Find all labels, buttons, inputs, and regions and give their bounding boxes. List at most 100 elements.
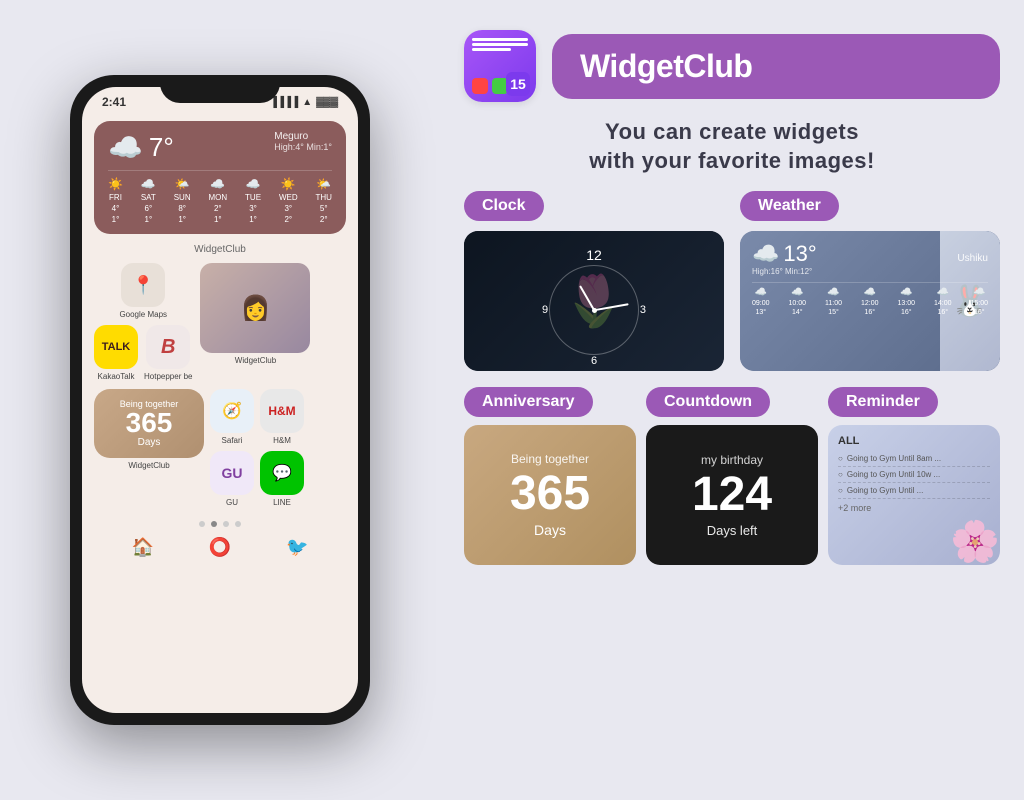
logo-dot-red [472, 78, 488, 94]
hotpepper-label: Hotpepper be [144, 372, 192, 381]
phone-photo-widget: 👩 [200, 263, 310, 353]
maps-icon: 📍 [121, 263, 165, 307]
rem-flowers-icon: 🌸 [950, 518, 1000, 565]
phone-weather-range: High:4° Min:1° [274, 142, 332, 152]
clock-minute-hand [594, 303, 629, 311]
tagline-line2: with your favorite images! [464, 147, 1000, 176]
phone-photo-row: 📍 Google Maps TALK KakaoTalk B Hotpepper… [94, 263, 346, 381]
anniversary-preview: Being together 365 Days [464, 425, 636, 565]
widget-types-grid: Clock 🌷 12 9 3 6 [464, 191, 1000, 371]
gu-label: GU [226, 498, 238, 507]
cd-unit: Days left [707, 523, 758, 538]
reminder-col: Reminder ALL ○ Going to Gym Until 8am ..… [828, 387, 1000, 565]
dot-1 [199, 521, 205, 527]
countdown-label: Countdown [646, 387, 770, 417]
phone-notch [160, 75, 280, 103]
wp-temp: 13° [783, 241, 816, 267]
bt-widgetclub-label: WidgetClub [128, 461, 169, 470]
cd-number: 124 [692, 471, 772, 519]
wifi-icon: ▲ [302, 97, 312, 108]
logo-line-2 [472, 43, 528, 46]
app-hm: H&M H&M [260, 389, 304, 445]
clock-label: Clock [464, 191, 544, 221]
weather-col: Weather 🐰 ☁️ 13° High:16° Min:12° [740, 191, 1000, 371]
ann-sublabel: Being together [511, 452, 589, 466]
phone-mockup-panel: 2:41 ▐▐▐▐ ▲ ▓▓▓ ☁️ 7° Megur [0, 0, 440, 800]
cd-sublabel: my birthday [701, 453, 763, 467]
logo-line-1 [472, 38, 528, 41]
kakao-label: KakaoTalk [98, 372, 135, 381]
battery-icon: ▓▓▓ [316, 97, 338, 108]
app-hotpepper: B Hotpepper be [144, 325, 192, 381]
dot-4 [235, 521, 241, 527]
kakao-icon: TALK [94, 325, 138, 369]
clock-face: 12 9 3 6 [549, 247, 639, 355]
phone-weather-location: Meguro [274, 131, 332, 142]
brand-pill: WidgetClub [552, 34, 1000, 99]
logo-line-3 [472, 48, 511, 51]
phone-weather-widget: ☁️ 7° Meguro High:4° Min:1° ☀️FRI4°1° ☁️… [94, 121, 346, 234]
clock-9: 9 [542, 304, 548, 316]
rem-more: +2 more [838, 503, 990, 513]
signal-icon: ▐▐▐▐ [270, 97, 298, 108]
weather-preview-content: ☁️ 13° High:16° Min:12° Ushiku ☁️09:0013… [752, 241, 988, 316]
logo-badge-15: 15 [506, 72, 530, 96]
wp-range: High:16° Min:12° [752, 267, 817, 276]
hm-icon: H&M [260, 389, 304, 433]
wp-forecast: ☁️09:0013° ☁️10:0014° ☁️11:0015° ☁️12:00… [752, 282, 988, 316]
clock-col: Clock 🌷 12 9 3 6 [464, 191, 724, 371]
safari-label: Safari [222, 436, 243, 445]
app-kakao: TALK KakaoTalk [94, 325, 138, 381]
hm-label: H&M [273, 436, 291, 445]
anniversary-label: Anniversary [464, 387, 593, 417]
tagline-line1: You can create widgets [464, 118, 1000, 147]
bottom-widgets-row: Anniversary Being together 365 Days Coun… [464, 387, 1000, 565]
app-line: 💬 LINE [260, 451, 304, 507]
rem-item-3: ○ Going to Gym Until ... [838, 483, 990, 499]
clock-circle: 9 3 [549, 265, 639, 355]
bottom-bird-icon: 🐦 [286, 537, 308, 558]
logo-apps-row: 15 [472, 78, 528, 94]
logo-lines [472, 38, 528, 53]
safari-icon: 🧭 [210, 389, 254, 433]
right-panel: 15 WidgetClub You can create widgets wit… [440, 0, 1024, 800]
hotpepper-icon: B [146, 325, 190, 369]
header-row: 15 WidgetClub [464, 30, 1000, 102]
bottom-home-icon: 🏠 [131, 537, 153, 558]
dot-3 [223, 521, 229, 527]
clock-3: 3 [640, 304, 646, 316]
ann-number: 365 [510, 470, 590, 518]
rem-title: ALL [838, 435, 990, 447]
line-label: LINE [273, 498, 291, 507]
gu-icon: GU [210, 451, 254, 495]
bottom-circle-icon: ⭕ [209, 537, 231, 558]
clock-preview: 🌷 12 9 3 6 [464, 231, 724, 371]
weather-preview: 🐰 ☁️ 13° High:16° Min:12° Ushiku [740, 231, 1000, 371]
page-dots [94, 515, 346, 533]
status-icons: ▐▐▐▐ ▲ ▓▓▓ [270, 97, 338, 108]
app-safari: 🧭 Safari [210, 389, 254, 445]
maps-label: Google Maps [119, 310, 167, 319]
line-icon: 💬 [260, 451, 304, 495]
app-maps: 📍 Google Maps [94, 263, 192, 319]
rem-item-1: ○ Going to Gym Until 8am ... [838, 451, 990, 467]
photo-placeholder: 👩 [200, 263, 310, 353]
ann-unit: Days [534, 522, 566, 538]
phone-weather-forecast: ☀️FRI4°1° ☁️SAT6°1° 🌤️SUN8°1° ☁️MON2°1° … [108, 170, 332, 224]
reminder-preview: ALL ○ Going to Gym Until 8am ... ○ Going… [828, 425, 1000, 565]
phone-time: 2:41 [102, 95, 126, 109]
rem-item-2: ○ Going to Gym Until 10w ... [838, 467, 990, 483]
anniversary-col: Anniversary Being together 365 Days [464, 387, 636, 565]
screen-content: ☁️ 7° Meguro High:4° Min:1° ☀️FRI4°1° ☁️… [82, 113, 358, 570]
countdown-col: Countdown my birthday 124 Days left [646, 387, 818, 565]
clock-hour-hand [579, 285, 595, 310]
phone-widgetclub-label: WidgetClub [94, 244, 346, 255]
dot-2 [211, 521, 217, 527]
tagline: You can create widgets with your favorit… [464, 118, 1000, 175]
logo-inner: 15 [464, 30, 536, 102]
phone-weather-temp: 7° [149, 132, 174, 163]
bt-days: Days [104, 437, 194, 448]
app-gu: GU GU [210, 451, 254, 507]
brand-name: WidgetClub [580, 48, 972, 85]
wp-cloud-icon: ☁️ [752, 241, 779, 267]
